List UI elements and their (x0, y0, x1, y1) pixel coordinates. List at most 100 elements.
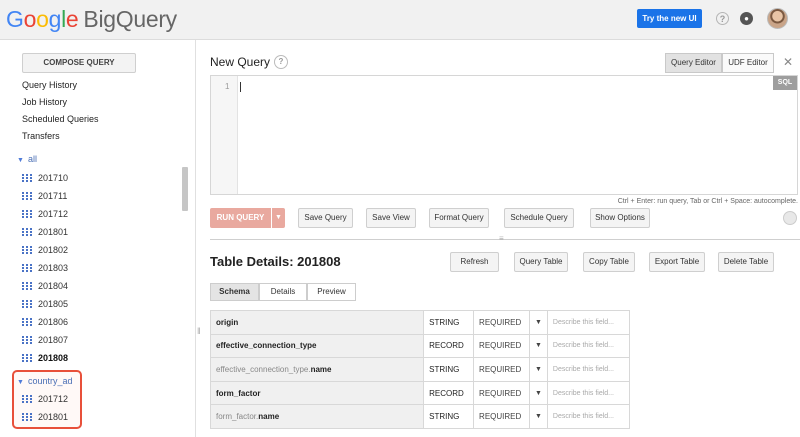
help-icon[interactable]: ? (274, 55, 288, 69)
sidebar-scrollbar[interactable] (182, 167, 188, 211)
dataset-country-ad[interactable]: ▼ country_ad (17, 376, 72, 386)
table-item[interactable]: 201802 (22, 245, 68, 255)
save-view-button[interactable]: Save View (366, 208, 416, 228)
nav-query-history[interactable]: Query History (22, 80, 77, 90)
logo-letter: g (48, 6, 62, 32)
delete-table-button[interactable]: Delete Table (718, 252, 774, 272)
table-item[interactable]: 201805 (22, 299, 68, 309)
help-icon[interactable]: ? (716, 12, 729, 25)
table-name: 201804 (38, 281, 69, 291)
top-bar: Google BigQuery Try the new UI ? ● (0, 0, 800, 40)
logo-letter: e (65, 6, 79, 32)
schema-table: origin STRING REQUIRED ▼ Describe this f… (209, 310, 631, 429)
copy-table-button[interactable]: Copy Table (583, 252, 635, 272)
line-number: 1 (225, 82, 230, 91)
nav-job-history[interactable]: Job History (22, 97, 67, 107)
field-name: effective_connection_type.name (209, 357, 425, 382)
description-field[interactable]: Describe this field... (546, 357, 631, 382)
nav-scheduled-queries[interactable]: Scheduled Queries (22, 114, 99, 124)
table-item-active[interactable]: 201808 (22, 353, 68, 363)
table-icon (22, 174, 32, 182)
logo-letter: G (6, 6, 24, 32)
field-type: RECORD (423, 380, 475, 406)
table-icon (22, 336, 32, 344)
google-bigquery-logo[interactable]: Google BigQuery (6, 6, 177, 33)
field-type: STRING (423, 404, 475, 429)
table-item[interactable]: 201711 (22, 191, 67, 201)
chevron-down-icon[interactable]: ▼ (528, 404, 548, 429)
schedule-query-button[interactable]: Schedule Query (504, 208, 574, 228)
divider (210, 239, 800, 240)
query-table-button[interactable]: Query Table (514, 252, 568, 272)
table-name: 201801 (38, 412, 69, 422)
table-row: form_factor RECORD REQUIRED ▼ Describe t… (209, 380, 631, 406)
bell-icon[interactable]: ● (740, 12, 753, 25)
chevron-down-icon[interactable]: ▼ (528, 380, 548, 406)
field-mode: REQUIRED (473, 404, 530, 429)
description-field[interactable]: Describe this field... (546, 310, 631, 335)
field-name: form_factor.name (209, 404, 425, 429)
table-row: origin STRING REQUIRED ▼ Describe this f… (209, 310, 631, 335)
close-icon[interactable]: ✕ (783, 55, 793, 69)
text-cursor (240, 82, 241, 92)
format-query-button[interactable]: Format Query (429, 208, 489, 228)
dataset-name: country_ad (27, 376, 73, 386)
export-table-button[interactable]: Export Table (649, 252, 705, 272)
chevron-down-icon[interactable]: ▼ (528, 357, 548, 382)
table-item[interactable]: 201804 (22, 281, 68, 291)
description-field[interactable]: Describe this field... (546, 333, 631, 359)
table-item[interactable]: 201710 (22, 173, 68, 183)
table-name: 201712 (38, 394, 69, 404)
expand-caret-icon: ▼ (17, 379, 24, 386)
table-item[interactable]: 201803 (22, 263, 68, 273)
field-type: RECORD (423, 333, 475, 359)
field-type: STRING (423, 310, 475, 335)
table-row: form_factor.name STRING REQUIRED ▼ Descr… (209, 404, 631, 429)
refresh-button[interactable]: Refresh (450, 252, 499, 272)
nav-transfers[interactable]: Transfers (22, 131, 60, 141)
sql-badge: SQL (773, 76, 797, 90)
table-icon (22, 395, 32, 403)
table-item[interactable]: 201712 (22, 209, 68, 219)
try-new-ui-button[interactable]: Try the new UI (637, 9, 702, 28)
run-query-button[interactable]: RUN QUERY (210, 208, 271, 228)
save-query-button[interactable]: Save Query (298, 208, 353, 228)
compose-query-button[interactable]: COMPOSE QUERY (22, 53, 136, 73)
table-name: 201806 (38, 317, 69, 327)
tab-schema[interactable]: Schema (210, 283, 259, 301)
status-indicator (783, 211, 797, 225)
tab-query-editor[interactable]: Query Editor (665, 53, 722, 73)
product-name: BigQuery (83, 6, 177, 32)
table-icon (22, 264, 32, 272)
table-item[interactable]: 201801 (22, 227, 68, 237)
chevron-down-icon[interactable]: ▼ (528, 310, 548, 335)
show-options-button[interactable]: Show Options (590, 208, 650, 228)
query-editor[interactable]: 1 SQL (210, 75, 798, 195)
table-row: effective_connection_type RECORD REQUIRE… (209, 333, 631, 359)
table-item[interactable]: 201712 (22, 394, 68, 404)
tab-details[interactable]: Details (259, 283, 307, 301)
chevron-down-icon[interactable]: ▼ (272, 208, 285, 228)
table-row: effective_connection_type.name STRING RE… (209, 357, 631, 382)
expand-caret-icon: ▼ (17, 157, 24, 164)
table-icon (22, 192, 32, 200)
table-item[interactable]: 201807 (22, 335, 68, 345)
shortcut-hint: Ctrl + Enter: run query, Tab or Ctrl + S… (617, 198, 798, 205)
table-item[interactable]: 201806 (22, 317, 68, 327)
resize-handle-icon[interactable]: ≡ (499, 234, 504, 243)
table-icon (22, 318, 32, 326)
page-title: New Query (210, 55, 271, 69)
tab-preview[interactable]: Preview (307, 283, 356, 301)
chevron-down-icon[interactable]: ▼ (528, 333, 548, 359)
description-field[interactable]: Describe this field... (546, 380, 631, 406)
table-name: 201712 (38, 209, 69, 219)
table-name: 201801 (38, 227, 69, 237)
table-icon (22, 282, 32, 290)
dataset-all[interactable]: ▼ all (17, 154, 37, 164)
table-item[interactable]: 201801 (22, 412, 68, 422)
description-field[interactable]: Describe this field... (546, 404, 631, 429)
tab-udf-editor[interactable]: UDF Editor (722, 53, 774, 73)
table-icon (22, 246, 32, 254)
table-icon (22, 210, 32, 218)
avatar[interactable] (767, 8, 788, 29)
